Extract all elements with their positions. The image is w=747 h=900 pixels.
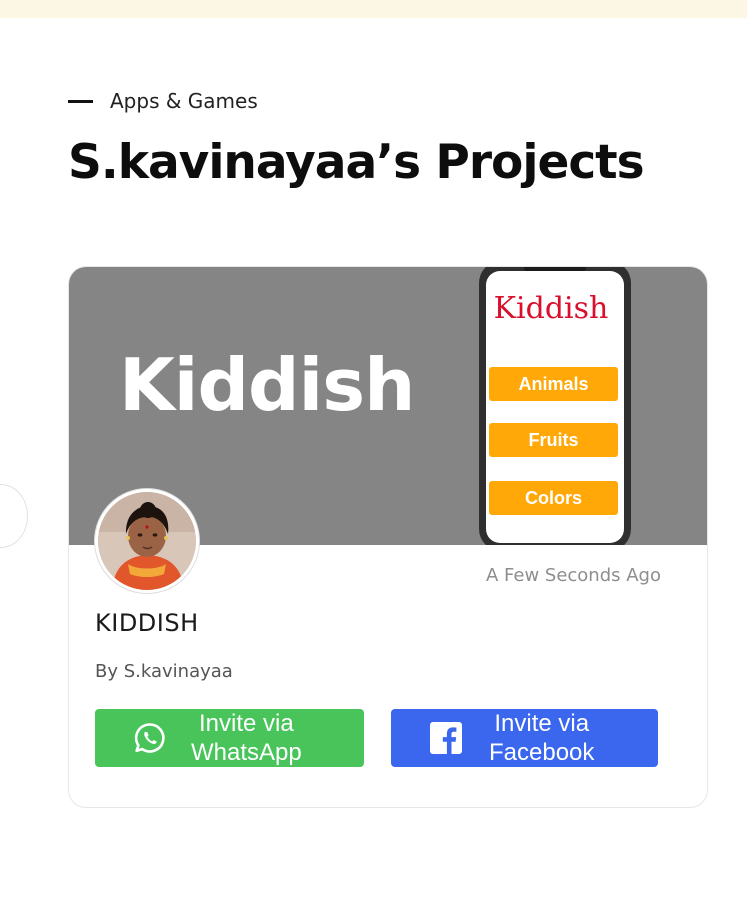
phone-screen: Kiddish Animals Fruits Colors [486, 271, 624, 543]
author-avatar[interactable] [95, 489, 199, 593]
phone-animals-button: Animals [489, 367, 618, 401]
whatsapp-label-line2: WhatsApp [191, 739, 302, 766]
phone-app-title: Kiddish [493, 291, 609, 326]
project-author[interactable]: By S.kavinayaa [95, 661, 233, 682]
facebook-label-line1: Invite via [494, 710, 590, 737]
phone-fruits-button: Fruits [489, 423, 618, 457]
project-name[interactable]: KIDDISH [95, 609, 199, 637]
facebook-button-label: Invite via Facebook [489, 709, 594, 767]
top-banner-strip [0, 0, 747, 18]
carousel-prev-button[interactable] [0, 484, 28, 548]
project-timestamp: A Few Seconds Ago [485, 565, 661, 586]
eyebrow-dash [68, 99, 93, 103]
cover-title: Kiddish [119, 343, 415, 427]
whatsapp-button-label: Invite via WhatsApp [191, 709, 302, 767]
whatsapp-label-line1: Invite via [199, 710, 294, 737]
section-eyebrow: Apps & Games [68, 88, 258, 114]
page-title: S.kavinayaa’s Projects [68, 135, 645, 190]
phone-mockup: Kiddish Animals Fruits Colors [479, 267, 631, 545]
phone-colors-button: Colors [489, 481, 618, 515]
invite-facebook-button[interactable]: Invite via Facebook [391, 709, 658, 767]
avatar-photo [98, 492, 196, 590]
facebook-icon [429, 721, 463, 755]
eyebrow-label: Apps & Games [110, 89, 258, 113]
invite-whatsapp-button[interactable]: Invite via WhatsApp [95, 709, 364, 767]
facebook-label-line2: Facebook [489, 739, 595, 766]
whatsapp-icon [133, 721, 167, 755]
project-card[interactable]: Kiddish Kiddish Animals Fruits Colors A … [68, 266, 708, 808]
